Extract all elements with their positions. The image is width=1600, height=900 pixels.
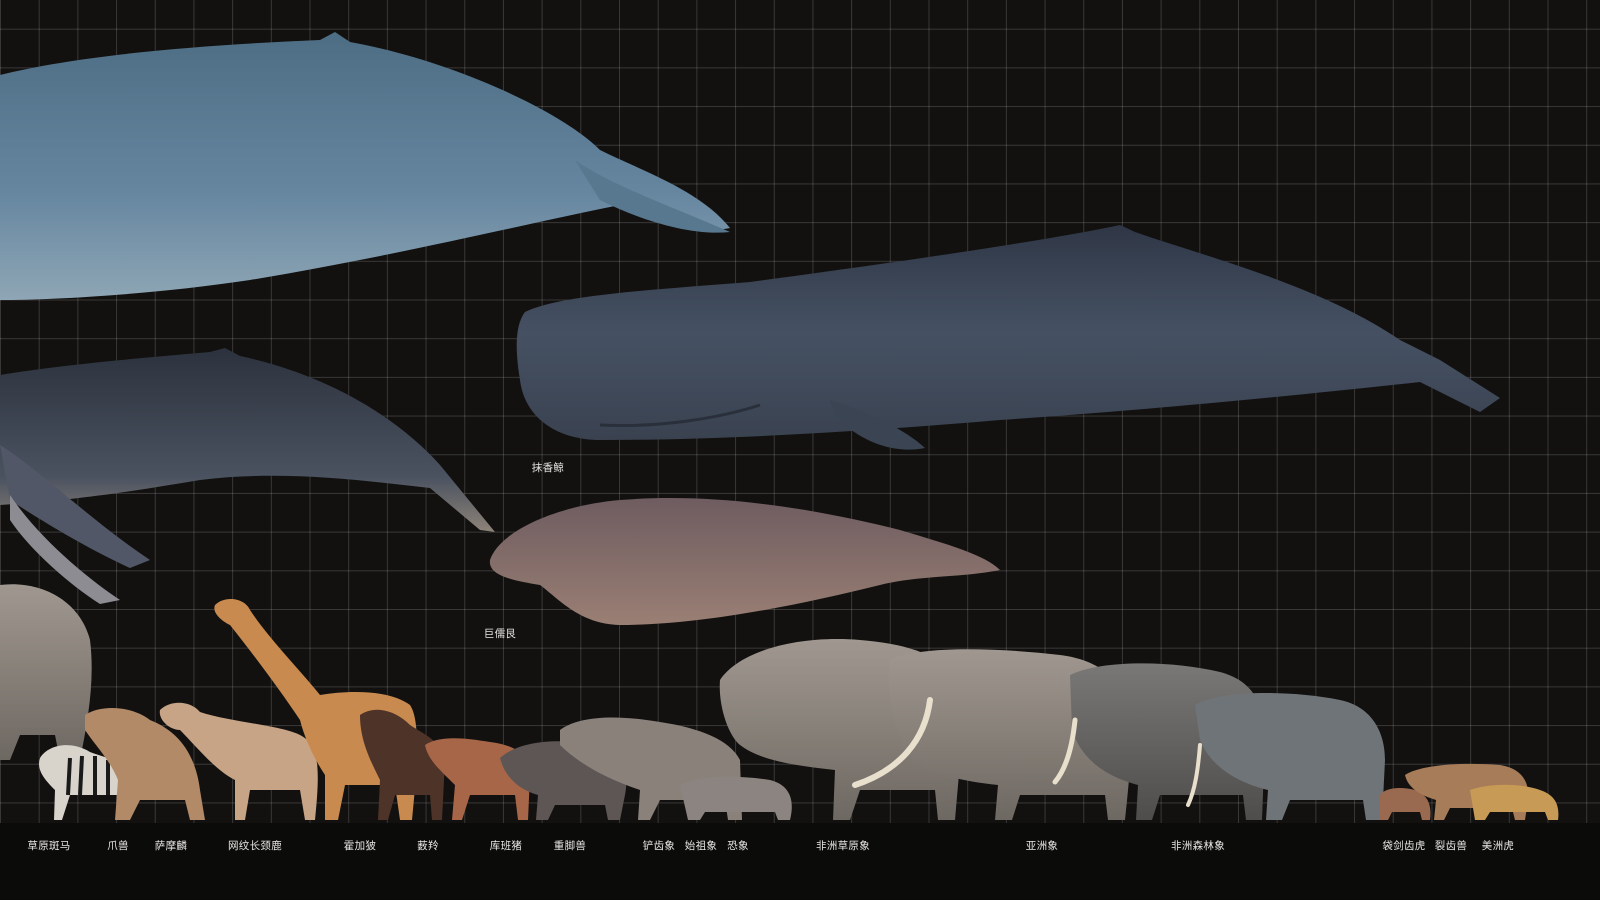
sperm-whale bbox=[516, 225, 1500, 450]
label-okapi: 霍加狓 bbox=[343, 840, 377, 852]
label-asian-elephant: 亚洲象 bbox=[1025, 840, 1059, 852]
label-bushbuck: 薮羚 bbox=[417, 840, 439, 852]
animal-silhouettes bbox=[0, 32, 1559, 820]
label-african-forest-elephant: 非洲森林象 bbox=[1171, 840, 1225, 852]
label-platybelodon: 铲齿象 bbox=[642, 840, 676, 852]
label-reticulated-giraffe: 网纹长颈鹿 bbox=[228, 840, 282, 852]
ground-strip bbox=[0, 823, 1600, 900]
label-kubanochoerus: 库班猪 bbox=[489, 840, 523, 852]
label-steller-sea-cow: 巨儒艮 bbox=[483, 628, 517, 640]
label-deinotherium: 恐象 bbox=[727, 840, 749, 852]
label-plains-zebra: 草原斑马 bbox=[27, 840, 71, 852]
label-african-bush-elephant: 非洲草原象 bbox=[816, 840, 870, 852]
blue-whale bbox=[0, 32, 730, 300]
small-carnivores bbox=[1380, 763, 1559, 820]
label-chalicothere: 爪兽 bbox=[107, 840, 129, 852]
size-comparison-scene: 抹香鲸 巨儒艮 草原斑马 爪兽 萨摩麟 网纹长颈鹿 霍加狓 薮羚 库班猪 重脚兽… bbox=[0, 0, 1600, 900]
label-moeritherium: 始祖象 bbox=[684, 840, 718, 852]
label-jaguar: 美洲虎 bbox=[1481, 840, 1515, 852]
steller-sea-cow bbox=[489, 498, 1000, 625]
label-sperm-whale: 抹香鲸 bbox=[531, 462, 565, 474]
label-thylacosmilus: 袋剑齿虎 bbox=[1382, 840, 1426, 852]
partial-elephant-left bbox=[0, 584, 92, 760]
humpback-whale bbox=[0, 348, 495, 604]
elephant-group bbox=[719, 639, 1385, 820]
label-samotherium: 萨摩麟 bbox=[154, 840, 188, 852]
label-arsinoitherium: 重脚兽 bbox=[553, 840, 587, 852]
label-tillodont: 裂齿兽 bbox=[1434, 840, 1468, 852]
